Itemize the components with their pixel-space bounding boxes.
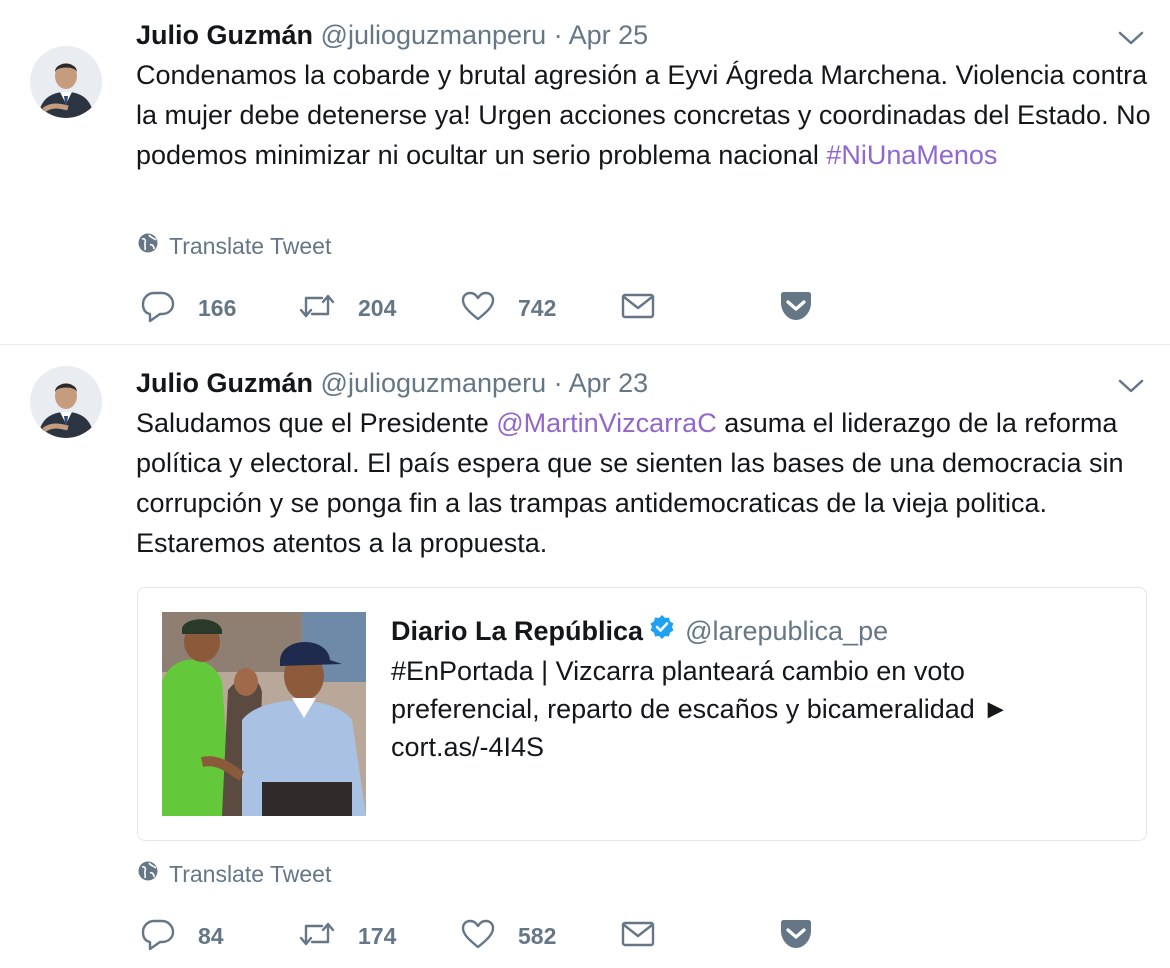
- tweet-header: Julio Guzmán @julioguzmanperu · Apr 23: [136, 366, 648, 400]
- retweet-button[interactable]: 204: [298, 288, 396, 328]
- chevron-down-icon[interactable]: [1116, 28, 1146, 48]
- pocket-icon: [778, 917, 814, 956]
- header-separator: ·: [553, 368, 563, 398]
- heart-icon: [460, 918, 496, 955]
- tweet-actions: 166 204 742: [0, 288, 1170, 328]
- tweet[interactable]: Julio Guzmán @julioguzmanperu · Apr 23 S…: [0, 346, 1170, 968]
- pocket-icon: [778, 289, 814, 328]
- like-count: 742: [518, 294, 557, 321]
- tweet-text: Condenamos la cobarde y brutal agresión …: [136, 55, 1156, 175]
- tweet-header: Julio Guzmán @julioguzmanperu · Apr 25: [136, 18, 648, 52]
- globe-icon: [137, 860, 159, 888]
- mention-link[interactable]: @MartinVizcarraC: [496, 408, 716, 438]
- tweet-text-body: Condenamos la cobarde y brutal agresión …: [136, 60, 1151, 170]
- retweet-button[interactable]: 174: [298, 916, 396, 956]
- reply-button[interactable]: 84: [140, 916, 224, 956]
- globe-icon: [137, 232, 159, 260]
- translate-label: Translate Tweet: [169, 233, 332, 259]
- reply-icon: [140, 917, 176, 956]
- tweet-date[interactable]: Apr 23: [569, 368, 649, 398]
- reply-button[interactable]: 166: [140, 288, 236, 328]
- quoted-tweet-card[interactable]: Diario La República @larepublica_pe #EnP…: [137, 587, 1147, 841]
- direct-message-button[interactable]: [620, 288, 656, 328]
- hashtag-link[interactable]: #NiUnaMenos: [826, 140, 997, 170]
- tweet-date[interactable]: Apr 25: [569, 20, 649, 50]
- author-name[interactable]: Julio Guzmán: [136, 368, 313, 398]
- like-button[interactable]: 742: [460, 288, 556, 328]
- quoted-tweet-text: #EnPortada | Vizcarra planteará cambio e…: [391, 656, 1010, 762]
- retweet-icon: [298, 919, 336, 954]
- tweet-actions: 84 174 582: [0, 916, 1170, 956]
- translate-tweet-link[interactable]: Translate Tweet: [137, 232, 331, 260]
- author-name[interactable]: Julio Guzmán: [136, 20, 313, 50]
- quoted-author-name[interactable]: Diario La República: [391, 614, 643, 648]
- envelope-icon: [620, 291, 656, 326]
- reply-count: 166: [198, 294, 237, 321]
- translate-tweet-link[interactable]: Translate Tweet: [137, 860, 331, 888]
- chevron-down-icon[interactable]: [1116, 376, 1146, 396]
- reply-count: 84: [198, 922, 224, 949]
- heart-icon: [460, 290, 496, 327]
- verified-badge-icon: [649, 614, 675, 648]
- pocket-button[interactable]: [778, 916, 814, 956]
- retweet-count: 204: [358, 294, 397, 321]
- retweet-icon: [298, 291, 336, 326]
- pocket-button[interactable]: [778, 288, 814, 328]
- reply-icon: [140, 289, 176, 328]
- avatar[interactable]: [30, 366, 102, 438]
- tweet-text: Saludamos que el Presidente @MartinVizca…: [136, 403, 1156, 563]
- like-button[interactable]: 582: [460, 916, 556, 956]
- translate-label: Translate Tweet: [169, 861, 332, 887]
- header-separator: ·: [553, 20, 563, 50]
- retweet-count: 174: [358, 922, 397, 949]
- avatar[interactable]: [30, 46, 102, 118]
- author-handle[interactable]: @julioguzmanperu: [321, 20, 547, 50]
- quoted-tweet-header: Diario La República @larepublica_pe: [391, 614, 888, 648]
- tweet-text-body: Saludamos que el Presidente: [136, 408, 497, 438]
- envelope-icon: [620, 919, 656, 954]
- quoted-tweet-image: [162, 612, 366, 816]
- quoted-author-handle[interactable]: @larepublica_pe: [685, 614, 888, 648]
- tweet[interactable]: Julio Guzmán @julioguzmanperu · Apr 25 C…: [0, 0, 1170, 345]
- author-handle[interactable]: @julioguzmanperu: [321, 368, 547, 398]
- like-count: 582: [518, 922, 557, 949]
- direct-message-button[interactable]: [620, 916, 656, 956]
